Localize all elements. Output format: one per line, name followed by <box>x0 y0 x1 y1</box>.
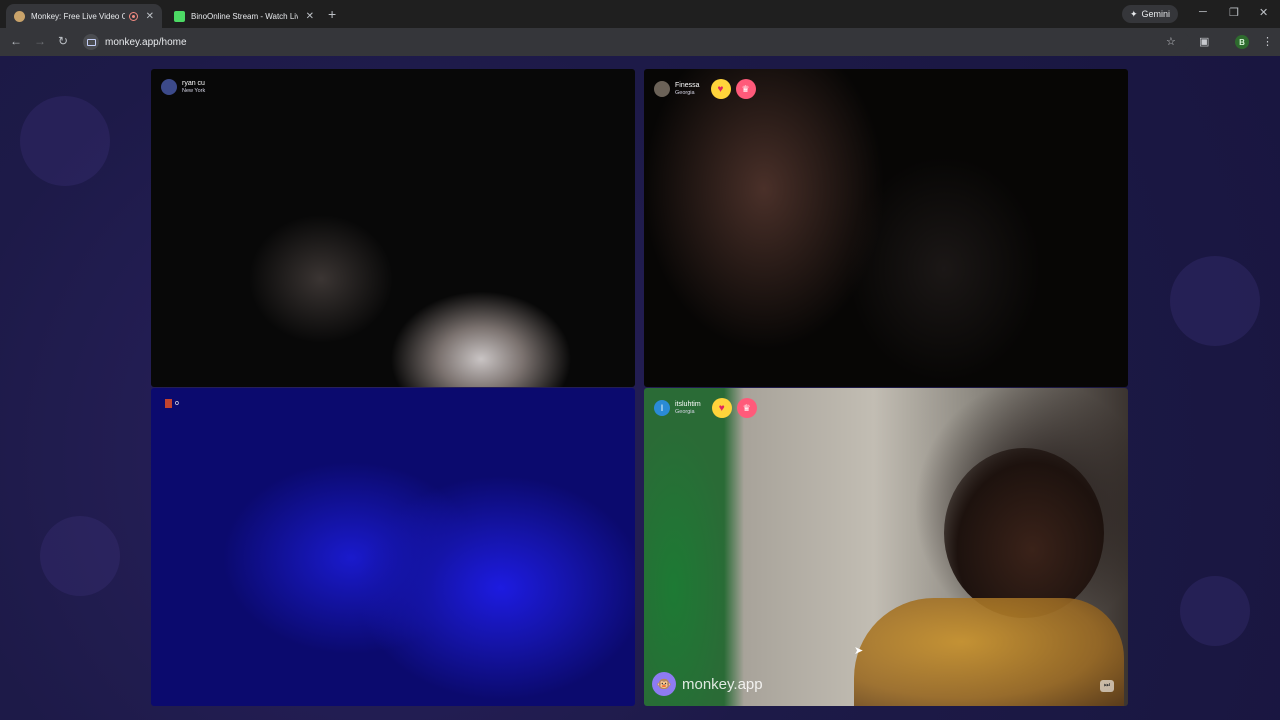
heart-badge-icon[interactable]: ♥ <box>710 79 731 99</box>
monkey-favicon-icon <box>14 10 25 22</box>
user-tag: o <box>165 399 179 408</box>
user-tag: ryan cu New York <box>161 79 205 95</box>
username: ryan cu <box>182 79 205 87</box>
site-info-icon[interactable] <box>83 34 99 50</box>
video-tile-anonymous[interactable]: o <box>151 388 635 706</box>
bino-favicon-icon <box>174 10 185 22</box>
close-tab-icon[interactable]: ✕ <box>306 11 314 22</box>
avatar <box>654 81 670 97</box>
gemini-label: Gemini <box>1141 9 1171 19</box>
monkey-app-page: ryan cu New York Finessa Georgia ♥ ♛ o I <box>0 56 1280 720</box>
address-bar[interactable]: monkey.app/home <box>80 32 1190 52</box>
user-tag: Finessa Georgia ♥ ♛ <box>654 79 756 99</box>
avatar: I <box>654 400 670 416</box>
user-location: New York <box>182 87 206 94</box>
crown-badge-icon[interactable]: ♛ <box>735 79 756 99</box>
user-location: Georgia <box>675 408 695 415</box>
flag-icon <box>165 399 172 408</box>
close-tab-icon[interactable]: ✕ <box>146 11 154 22</box>
user-location: Georgia <box>675 89 695 96</box>
video-tile-ryan-cu[interactable]: ryan cu New York <box>151 69 635 387</box>
video-figure <box>944 448 1104 618</box>
video-tile-itsluhtim[interactable]: I itsluhtim Georgia ♥ ♛ 🐵 monkey.app ⏭ ➤ <box>644 388 1128 706</box>
browser-toolbar: ← → ↻ monkey.app/home ☆ ▣ B ⋮ <box>0 28 1280 56</box>
tab-title: BinoOnline Stream - Watch Live <box>191 11 298 21</box>
monkey-logo-icon: 🐵 <box>652 672 676 696</box>
user-tag-text: o <box>175 400 179 407</box>
monkey-watermark: 🐵 monkey.app <box>652 672 763 696</box>
video-tile-finessa[interactable]: Finessa Georgia ♥ ♛ <box>644 69 1128 387</box>
restore-icon[interactable]: ❐ <box>1229 6 1239 19</box>
background-decoration <box>1170 256 1260 346</box>
tab-binoonline[interactable]: BinoOnline Stream - Watch Live ✕ <box>166 4 322 28</box>
minimize-icon[interactable]: ─ <box>1199 6 1207 18</box>
sparkle-icon: ✦ <box>1130 8 1138 19</box>
background-decoration <box>40 516 120 596</box>
reload-icon[interactable]: ↻ <box>58 34 68 48</box>
forward-arrow-icon[interactable]: → <box>34 34 46 48</box>
new-tab-button[interactable]: + <box>328 6 336 22</box>
recording-icon <box>128 11 138 21</box>
crown-badge-icon[interactable]: ♛ <box>736 398 757 418</box>
tab-title: Monkey: Free Live Video Ch <box>31 11 125 21</box>
bookmark-star-icon[interactable]: ☆ <box>1166 35 1176 48</box>
close-window-icon[interactable]: ✕ <box>1259 6 1268 19</box>
video-figure <box>854 598 1124 706</box>
menu-kebab-icon[interactable]: ⋮ <box>1262 35 1273 48</box>
gemini-button[interactable]: ✦ Gemini <box>1122 5 1179 23</box>
mouse-cursor-icon: ➤ <box>854 645 864 657</box>
background-decoration <box>20 96 110 186</box>
url-text[interactable]: monkey.app/home <box>105 37 187 48</box>
browser-tab-strip: Monkey: Free Live Video Ch ✕ BinoOnline … <box>0 0 1280 28</box>
username: itsluhtim <box>675 400 701 408</box>
background-decoration <box>1180 576 1250 646</box>
skip-icon[interactable]: ⏭ <box>1100 680 1114 692</box>
user-tag: I itsluhtim Georgia ♥ ♛ <box>654 398 757 418</box>
side-panel-icon[interactable]: ▣ <box>1199 35 1209 48</box>
heart-badge-icon[interactable]: ♥ <box>711 398 732 418</box>
profile-avatar[interactable]: B <box>1235 35 1249 49</box>
back-arrow-icon[interactable]: ← <box>10 34 22 48</box>
watermark-text: monkey.app <box>682 675 763 693</box>
tab-monkey[interactable]: Monkey: Free Live Video Ch ✕ <box>6 4 162 28</box>
username: Finessa <box>675 81 700 89</box>
avatar <box>161 79 177 95</box>
